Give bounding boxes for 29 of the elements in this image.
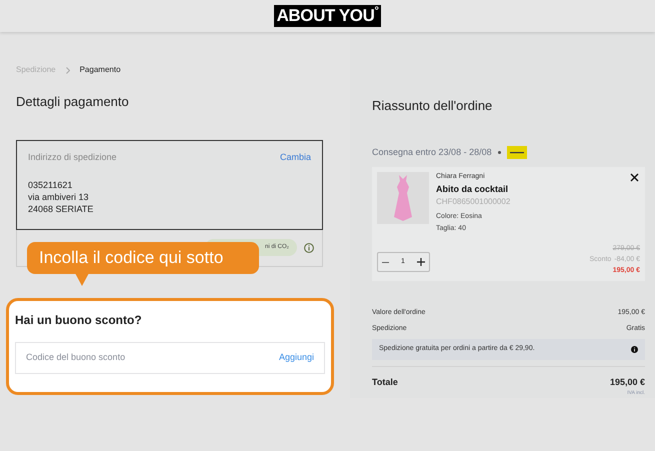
- delivery-date: Consegna entro 23/08 - 28/08: [372, 146, 492, 159]
- coupon-title: Hai un buono sconto?: [15, 312, 143, 328]
- breadcrumb-item[interactable]: Pagamento: [80, 64, 121, 76]
- address-line: 24068 SERIATE: [28, 203, 94, 215]
- product-code: CHF0865001000002: [436, 196, 510, 208]
- plus-button[interactable]: [417, 258, 425, 266]
- address-line: via ambiveri 13: [28, 191, 90, 203]
- carrier-logo: [506, 146, 527, 159]
- close-icon[interactable]: [630, 173, 639, 182]
- product-name: Abito da cocktail: [436, 182, 508, 196]
- breadcrumb-item[interactable]: Spedizione: [16, 64, 56, 76]
- chevron-icon: [66, 66, 70, 74]
- section-title: Dettagli pagamento: [16, 93, 130, 111]
- change-link[interactable]: Cambia: [280, 150, 311, 164]
- tooltip-pointer-icon: [75, 273, 89, 286]
- logo-mark: °: [374, 5, 378, 17]
- bullet-icon: [498, 150, 501, 154]
- dress-drawing: [393, 175, 413, 221]
- info-icon[interactable]: [631, 346, 638, 353]
- address-line: 035211621: [28, 179, 74, 191]
- brand-logo[interactable]: ABOUT YOU°: [274, 5, 382, 27]
- coupon-field[interactable]: Codice del buono sconto Aggiungi: [15, 342, 325, 374]
- add-link[interactable]: Aggiungi: [278, 350, 314, 364]
- tooltip: Incolla il codice qui sotto: [27, 242, 259, 274]
- address-label: Indirizzo di spedizione: [28, 150, 117, 164]
- total-label: Totale: [372, 376, 398, 389]
- summary-title: Riassunto dell'ordine: [372, 97, 494, 115]
- total-value: 195,00 €: [610, 376, 645, 389]
- logo-text: ABOUT YOU: [276, 5, 374, 27]
